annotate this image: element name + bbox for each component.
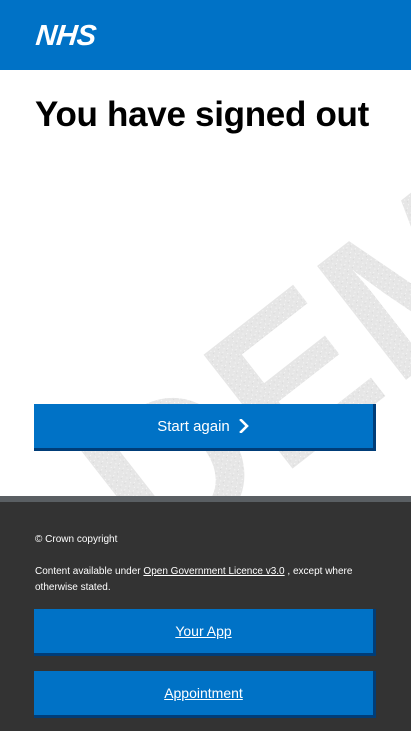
licence-prefix: Content available under [35, 566, 144, 577]
main-content: DEMO You have signed out Start again [0, 70, 411, 496]
page-title: You have signed out [35, 95, 369, 134]
licence-text: Content available under Open Government … [35, 564, 375, 596]
nhs-logo[interactable]: NHS [34, 20, 97, 52]
your-app-button[interactable]: Your App [34, 609, 376, 656]
copyright-text: © Crown copyright [35, 534, 118, 545]
start-again-label: Start again [157, 417, 230, 435]
chevron-right-icon [238, 419, 249, 433]
app-header: NHS [0, 0, 411, 70]
footer: © Crown copyright Content available unde… [0, 502, 411, 731]
start-again-button[interactable]: Start again [34, 404, 376, 451]
licence-link[interactable]: Open Government Licence v3.0 [143, 566, 284, 577]
appointment-button[interactable]: Appointment [34, 671, 376, 718]
